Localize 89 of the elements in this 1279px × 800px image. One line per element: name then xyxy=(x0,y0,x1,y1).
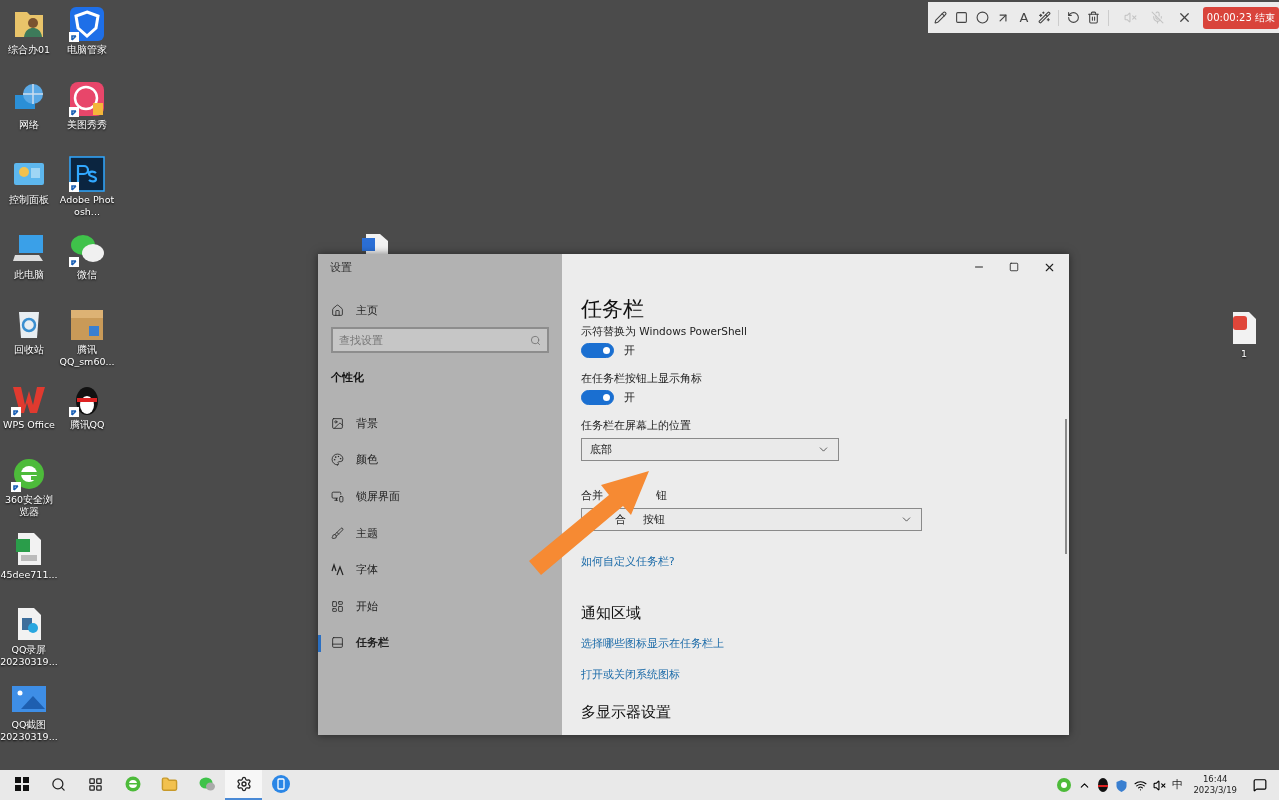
input-method-indicator[interactable]: 中 xyxy=(1172,778,1184,792)
section-heading: 通知区域 xyxy=(581,604,641,623)
desktop-icon-label[interactable]: 网络 xyxy=(19,119,39,131)
pencil-icon xyxy=(934,11,948,24)
section-heading: 多显示器设置 xyxy=(581,703,671,722)
desktop-icon-label[interactable]: 微信 xyxy=(77,269,97,281)
shield-icon[interactable] xyxy=(1115,778,1129,792)
toggle-state-text: 开 xyxy=(624,390,635,405)
search-icon xyxy=(530,334,541,346)
brush-icon xyxy=(331,526,344,540)
setting-label: 任务栏在屏幕上的位置 xyxy=(581,418,691,432)
toggle-switch[interactable] xyxy=(581,343,614,358)
desktop-icon-label[interactable]: QQ录屏 20230319... xyxy=(0,644,58,668)
settings-link[interactable]: 选择哪些图标显示在任务栏上 xyxy=(581,637,724,651)
font-size-icon xyxy=(331,563,344,577)
search-icon xyxy=(51,776,66,792)
circle-icon xyxy=(975,11,989,24)
home-nav-item[interactable]: 主页 xyxy=(318,299,562,321)
desktop-icon-label[interactable]: 回收站 xyxy=(14,344,44,356)
desktop-icon-label[interactable]: 美图秀秀 xyxy=(67,119,107,131)
desktop-icon-label[interactable]: Adobe Photosh... xyxy=(58,194,116,218)
nav-item[interactable]: 颜色 xyxy=(318,441,562,479)
setting-label: 在任务栏按钮上显示角标 xyxy=(581,371,702,385)
ellipse-tool[interactable] xyxy=(975,8,989,27)
notification-icon[interactable] xyxy=(1253,778,1267,792)
nav-item[interactable]: 锁屏界面 xyxy=(318,478,562,515)
nav-item[interactable]: 开始 xyxy=(318,587,562,625)
text-tool[interactable]: A xyxy=(1017,8,1031,27)
desktop-icon-label[interactable]: WPS Office xyxy=(3,419,55,431)
settings-icon xyxy=(235,776,252,792)
taskbar-icon xyxy=(331,636,344,650)
page-heading: 任务栏 xyxy=(581,296,644,322)
settings-link[interactable]: 打开或关闭系统图标 xyxy=(581,668,680,682)
photoshop-app-icon xyxy=(69,156,105,192)
dropdown[interactable]: 合 按钮 xyxy=(581,508,922,531)
desktop-icon-label[interactable]: 腾讯 QQ_sm60... xyxy=(59,344,115,368)
magic-wand-tool[interactable] xyxy=(1037,8,1052,27)
picture-frame-icon xyxy=(331,416,344,430)
settings-link[interactable]: 如何自定义任务栏? xyxy=(581,555,675,569)
apps-grid-icon xyxy=(88,776,103,792)
clock[interactable]: 16:44 2023/3/19 xyxy=(1193,774,1237,796)
toggle-state-text: 开 xyxy=(624,343,635,358)
delete-button[interactable] xyxy=(1086,8,1101,27)
pencil-tool[interactable] xyxy=(934,8,948,27)
dropdown[interactable]: 底部 xyxy=(581,438,839,461)
penguin-icon[interactable] xyxy=(1097,778,1110,792)
screen-icon xyxy=(331,490,344,503)
desktop-icon-label[interactable]: 此电脑 xyxy=(14,269,44,281)
desktop-icon-label[interactable]: 1 xyxy=(1240,348,1247,360)
section-title: 个性化 xyxy=(331,370,364,385)
wifi-icon[interactable] xyxy=(1134,778,1148,792)
microphone-off-icon xyxy=(1150,11,1164,24)
shield-app-icon xyxy=(69,6,105,42)
browser-e-icon xyxy=(123,775,142,793)
nav-item[interactable]: 背景 xyxy=(318,405,562,442)
desktop-icon-label[interactable]: 电脑管家 xyxy=(67,44,107,56)
maximize-icon xyxy=(1009,262,1019,272)
speaker-muted-icon xyxy=(1123,11,1137,24)
nav-item[interactable]: 任务栏 xyxy=(318,624,562,662)
desktop-icon-label[interactable]: 360安全浏览器 xyxy=(0,494,58,518)
toggle-switch[interactable] xyxy=(581,390,614,405)
chat-bubbles-icon xyxy=(197,775,216,793)
stop-recording-button[interactable]: 00:00:23 结束 xyxy=(1202,6,1279,29)
nav-item[interactable]: 字体 xyxy=(318,551,562,588)
window-title: 设置 xyxy=(330,261,352,275)
nav-item[interactable]: 主题 xyxy=(318,514,562,552)
phone-app-icon xyxy=(271,775,290,793)
home-icon xyxy=(331,303,344,317)
scrollbar[interactable] xyxy=(1065,419,1067,554)
browser-e-icon xyxy=(11,456,47,492)
desktop-icon-label[interactable]: 综合办01 xyxy=(7,44,51,56)
tiles-icon xyxy=(331,599,344,613)
trash-icon xyxy=(1087,11,1101,24)
undo-icon xyxy=(1066,11,1080,24)
setting-label: 示符替换为 Windows PowerShell xyxy=(581,324,747,338)
folder-icon xyxy=(161,775,178,793)
taskbar-button[interactable] xyxy=(225,770,262,800)
desktop-icon-label[interactable]: 45dee711... xyxy=(0,569,58,581)
setting-label: 合并 钮 xyxy=(581,488,667,502)
windows-start-icon xyxy=(14,777,29,791)
palette-icon xyxy=(331,453,344,467)
square-icon xyxy=(955,11,968,24)
desktop-icon-label[interactable]: 控制面板 xyxy=(9,194,49,206)
volume-muted-icon[interactable] xyxy=(1153,778,1167,792)
magic-wand-icon xyxy=(1038,11,1051,24)
photo-app-icon xyxy=(69,81,105,117)
desktop-icon-label[interactable]: QQ截图 20230319... xyxy=(0,719,58,743)
desktop-icon-label[interactable]: 腾讯QQ xyxy=(69,419,105,431)
word-file-icon xyxy=(362,234,388,254)
